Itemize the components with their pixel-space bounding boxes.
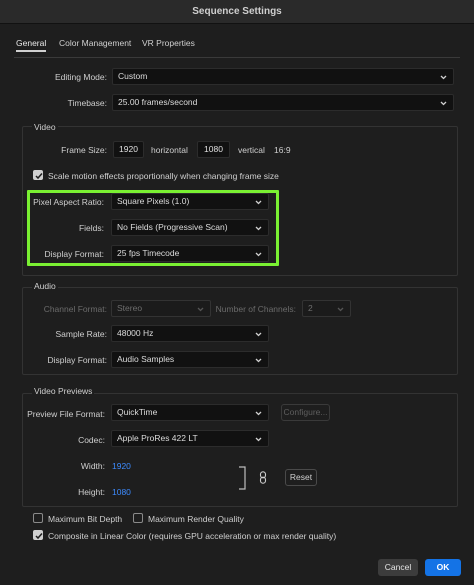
aspect-ratio-readout: 16:9 (274, 145, 291, 155)
scale-motion-label: Scale motion effects proportionally when… (48, 171, 279, 181)
chevron-down-icon (255, 358, 262, 363)
video-previews-title: Video Previews (32, 386, 95, 396)
chevron-down-icon (197, 307, 204, 312)
timebase-value: 25.00 frames/second (118, 97, 198, 107)
width-label: Width: (80, 461, 105, 471)
preview-file-format-value: QuickTime (117, 407, 158, 417)
tab-color-management[interactable]: Color Management (59, 38, 131, 48)
chevron-down-icon (440, 75, 447, 80)
checkmark-icon (35, 533, 43, 540)
tab-vr-properties[interactable]: VR Properties (142, 38, 195, 48)
editing-mode-value: Custom (118, 71, 148, 81)
chevron-down-icon (255, 411, 262, 416)
video-group-title: Video (32, 122, 58, 132)
max-render-quality-label: Maximum Render Quality (148, 514, 244, 524)
num-channels-value: 2 (308, 303, 313, 313)
audio-display-format-select[interactable]: Audio Samples (111, 351, 269, 368)
channel-format-value: Stereo (117, 303, 143, 313)
checkmark-icon (35, 173, 43, 180)
highlight-box (27, 190, 279, 266)
max-bit-depth-checkbox[interactable] (33, 513, 43, 523)
preview-file-format-select[interactable]: QuickTime (111, 404, 269, 421)
frame-size-label: Frame Size: (61, 145, 107, 155)
chevron-down-icon (337, 307, 344, 312)
configure-button: Configure... (281, 404, 330, 421)
timebase-select[interactable]: 25.00 frames/second (112, 94, 454, 111)
codec-label: Codec: (78, 435, 105, 445)
audio-display-format-label: Display Format: (47, 355, 107, 365)
num-channels-select: 2 (302, 300, 351, 317)
channel-format-select: Stereo (111, 300, 211, 317)
horizontal-label: horizontal (151, 145, 188, 155)
audio-display-format-value: Audio Samples (117, 354, 175, 364)
window-title: Sequence Settings (192, 6, 282, 17)
tab-divider (14, 57, 460, 58)
sample-rate-value: 48000 Hz (117, 328, 154, 338)
preview-file-format-label: Preview File Format: (27, 409, 105, 419)
codec-select[interactable]: Apple ProRes 422 LT (111, 430, 269, 447)
link-bracket (239, 466, 246, 490)
timebase-label: Timebase: (67, 98, 107, 108)
preview-height-value[interactable]: 1080 (112, 487, 131, 497)
reset-button[interactable]: Reset (285, 469, 317, 486)
audio-group-title: Audio (32, 281, 58, 291)
editing-mode-select[interactable]: Custom (112, 68, 454, 85)
chevron-down-icon (255, 437, 262, 442)
preview-width-value[interactable]: 1920 (112, 461, 131, 471)
max-bit-depth-label: Maximum Bit Depth (48, 514, 123, 524)
chevron-down-icon (440, 101, 447, 106)
vertical-label: vertical (238, 145, 265, 155)
chevron-down-icon (255, 332, 262, 337)
scale-motion-checkbox[interactable] (33, 170, 43, 180)
chain-link-icon[interactable] (259, 471, 267, 484)
tab-general[interactable]: General (16, 38, 47, 52)
channel-format-label: Channel Format: (43, 304, 107, 314)
sample-rate-select[interactable]: 48000 Hz (111, 325, 269, 342)
cancel-button[interactable]: Cancel (378, 559, 418, 576)
height-label: Height: (78, 487, 105, 497)
linear-color-checkbox[interactable] (33, 530, 43, 540)
linear-color-label: Composite in Linear Color (requires GPU … (48, 531, 337, 541)
frame-width-field[interactable]: 1920 (113, 141, 144, 158)
num-channels-label: Number of Channels: (215, 304, 296, 314)
max-render-quality-checkbox[interactable] (133, 513, 143, 523)
codec-value: Apple ProRes 422 LT (117, 433, 198, 443)
sample-rate-label: Sample Rate: (55, 329, 108, 339)
ok-button[interactable]: OK (425, 559, 461, 576)
title-bar: Sequence Settings (0, 0, 474, 24)
frame-height-field[interactable]: 1080 (197, 141, 230, 158)
editing-mode-label: Editing Mode: (55, 72, 107, 82)
